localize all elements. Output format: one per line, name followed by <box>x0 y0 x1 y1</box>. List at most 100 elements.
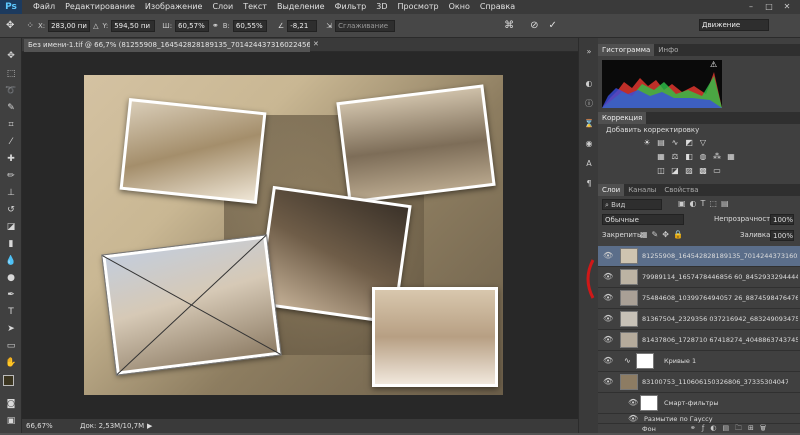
link-icon[interactable]: ⚭ <box>212 21 219 30</box>
workspace-dropdown[interactable]: Движение <box>699 19 769 31</box>
layer-row[interactable]: 👁 81367504_2329356 037216942_68324909347… <box>598 309 800 330</box>
eye-icon[interactable]: 👁 <box>603 294 613 302</box>
lookup-icon[interactable]: ▦ <box>726 152 736 161</box>
height-field[interactable]: 60,55% <box>232 19 267 32</box>
warning-icon[interactable]: ⚠ <box>710 60 717 69</box>
document-canvas[interactable] <box>84 75 503 395</box>
bw-icon[interactable]: ◧ <box>684 152 694 161</box>
gradient-map-icon[interactable]: ▭ <box>712 166 722 175</box>
blend-mode-dropdown[interactable]: Обычные <box>602 214 684 225</box>
reference-point-icon[interactable]: ⁘ <box>26 21 34 31</box>
clone-stamp-icon[interactable]: ⊥ <box>4 187 18 199</box>
lock-icons[interactable]: ▦✎✥🔒 <box>640 230 687 239</box>
character-icon[interactable]: A <box>583 158 595 169</box>
eye-icon[interactable]: 👁 <box>603 378 613 386</box>
close-icon[interactable]: ✕ <box>780 2 794 12</box>
commit-transform-icon[interactable]: ✓ <box>548 20 556 31</box>
eye-icon[interactable]: 👁 <box>603 252 613 260</box>
quick-mask-icon[interactable]: ◙ <box>4 398 18 410</box>
layer-filter-dropdown[interactable]: ⌕ Вид <box>602 199 662 210</box>
warp-icon[interactable]: ⌘ <box>504 20 514 31</box>
collapse-icon[interactable]: » <box>583 46 595 57</box>
menu-image[interactable]: Изображение <box>140 0 208 14</box>
balance-icon[interactable]: ⚖ <box>670 152 680 161</box>
eraser-icon[interactable]: ◪ <box>4 221 18 233</box>
threshold-icon[interactable]: ▨ <box>684 166 694 175</box>
dodge-icon[interactable]: ● <box>4 272 18 284</box>
shape-tool-icon[interactable]: ▭ <box>4 340 18 352</box>
eye-icon[interactable]: 👁 <box>603 336 613 344</box>
brush-tool-icon[interactable]: ✏ <box>4 170 18 182</box>
marquee-tool-icon[interactable]: ⬚ <box>4 68 18 80</box>
layer-row[interactable]: 👁 75484608_1039976494057 26_887459847647… <box>598 288 800 309</box>
move-tool-icon[interactable]: ✥ <box>4 50 18 62</box>
curves-icon[interactable]: ∿ <box>670 138 680 147</box>
photo-woman-fountain[interactable] <box>119 98 267 204</box>
menu-filter[interactable]: Фильтр <box>330 0 372 14</box>
layer-row[interactable]: 👁 Смарт-фильтры <box>598 393 800 414</box>
layer-row[interactable]: 👁 81255908_164542828189135_7014244373160… <box>598 246 800 267</box>
tab-layers[interactable]: Слои <box>598 184 625 196</box>
menu-3d[interactable]: 3D <box>371 0 392 14</box>
layer-row[interactable]: 👁 Размытие по Гауссу <box>598 414 800 424</box>
eye-icon[interactable]: 👁 <box>628 415 638 423</box>
brightness-icon[interactable]: ☀ <box>642 138 652 147</box>
photo-woman-balcony[interactable] <box>372 287 498 387</box>
selective-color-icon[interactable]: ▩ <box>698 166 708 175</box>
paragraph-icon[interactable]: ¶ <box>583 178 595 189</box>
canvas-area[interactable] <box>22 52 578 419</box>
hue-icon[interactable]: ▦ <box>656 152 666 161</box>
eyedropper-icon[interactable]: ⁄ <box>4 136 18 148</box>
posterize-icon[interactable]: ◪ <box>670 166 680 175</box>
angle-field[interactable]: -8,21 <box>287 19 318 32</box>
pen-tool-icon[interactable]: ✒ <box>4 289 18 301</box>
width-field[interactable]: 60,57% <box>175 19 210 32</box>
status-arrow-icon[interactable]: ▶ <box>147 419 152 433</box>
tab-correction[interactable]: Коррекция <box>598 112 647 124</box>
photo-filter-icon[interactable]: ◍ <box>698 152 708 161</box>
fill-field[interactable]: 100% <box>770 230 794 241</box>
photo-mother-child[interactable] <box>336 84 496 204</box>
menu-file[interactable]: Файл <box>28 0 60 14</box>
close-tab-icon[interactable]: ✕ <box>313 40 319 48</box>
zoom-level[interactable]: 66,67% <box>26 419 53 433</box>
history-icon[interactable]: ⌛ <box>583 118 595 129</box>
gradient-icon[interactable]: ▮ <box>4 238 18 250</box>
filter-icons[interactable]: ▣◐T⬚▤ <box>678 199 733 208</box>
menu-help[interactable]: Справка <box>475 0 520 14</box>
path-select-icon[interactable]: ➤ <box>4 323 18 335</box>
x-field[interactable]: 283,00 пи <box>48 19 91 32</box>
opacity-field[interactable]: 100% <box>770 214 794 225</box>
navigator-icon[interactable]: ◐ <box>583 78 595 89</box>
healing-brush-icon[interactable]: ✚ <box>4 153 18 165</box>
menu-view[interactable]: Просмотр <box>393 0 444 14</box>
menu-select[interactable]: Выделение <box>272 0 330 14</box>
vibrance-icon[interactable]: ▽ <box>698 138 708 147</box>
eye-icon[interactable]: 👁 <box>603 357 613 365</box>
menu-text[interactable]: Текст <box>238 0 272 14</box>
layer-row[interactable]: 👁 83100753_110606150326806_3733530404759… <box>598 372 800 393</box>
layer-row[interactable]: 👁 81437806_1728710 67418274_404886374374… <box>598 330 800 351</box>
hand-tool-icon[interactable]: ✋ <box>4 357 18 369</box>
tab-info[interactable]: Инфо <box>654 44 682 56</box>
tab-properties[interactable]: Свойства <box>660 184 702 196</box>
layer-row[interactable]: 👁 ∿ Кривые 1 <box>598 351 800 372</box>
photo-woman-steps-selected[interactable] <box>101 234 282 376</box>
maximize-icon[interactable]: □ <box>762 2 776 12</box>
smooth-dropdown[interactable]: Сглаживание <box>335 19 396 32</box>
delta-icon[interactable]: △ <box>93 22 98 30</box>
color-icon[interactable]: ◉ <box>583 138 595 149</box>
menu-edit[interactable]: Редактирование <box>60 0 140 14</box>
exposure-icon[interactable]: ◩ <box>684 138 694 147</box>
y-field[interactable]: 594,50 пи <box>111 19 156 32</box>
mixer-icon[interactable]: ⁂ <box>712 152 722 161</box>
foreground-color-swatch[interactable] <box>3 375 14 386</box>
layer-row[interactable]: 👁 79989114_1657478446856 60_845293329444… <box>598 267 800 288</box>
crop-tool-icon[interactable]: ⌗ <box>4 119 18 131</box>
tab-histogram[interactable]: Гистограмма <box>598 44 655 56</box>
menu-layers[interactable]: Слои <box>207 0 238 14</box>
screen-mode-icon[interactable]: ▣ <box>4 415 18 427</box>
minimize-icon[interactable]: – <box>744 2 758 12</box>
interpolation-icon[interactable]: ⇲ <box>326 22 332 30</box>
eye-icon[interactable]: 👁 <box>628 399 638 407</box>
